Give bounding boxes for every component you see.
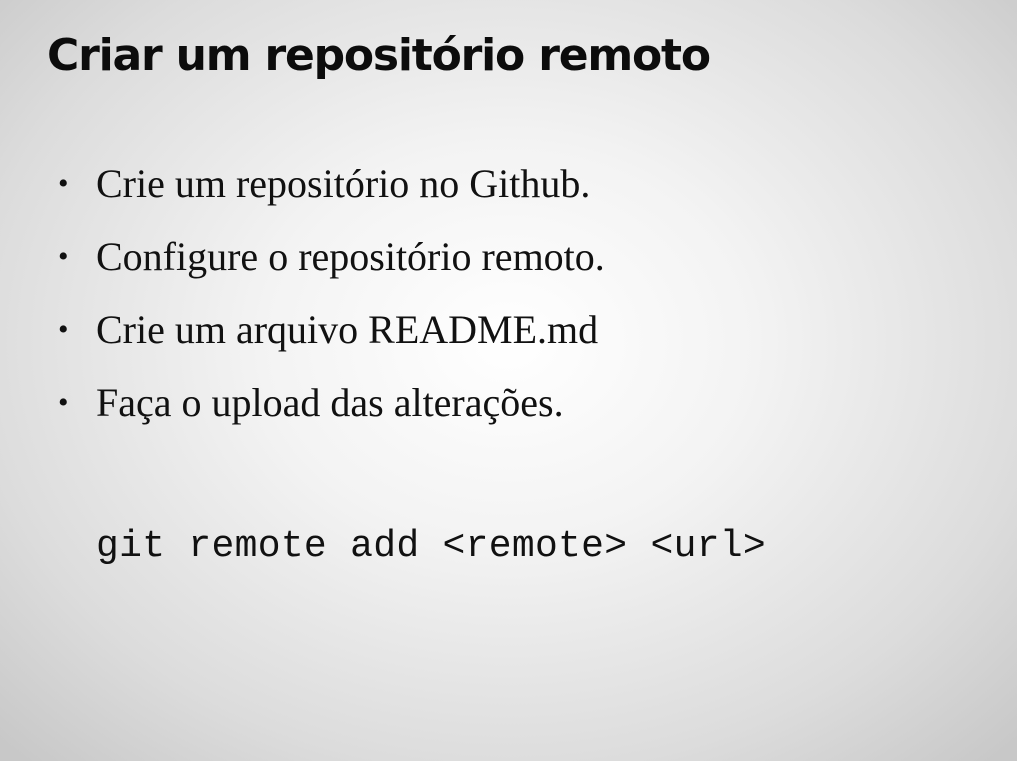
bullet-item-create-repo: • Crie um repositório no Github. [58, 160, 605, 233]
bullet-icon: • [58, 313, 69, 346]
bullet-text: Crie um arquivo README.md [96, 307, 599, 352]
bullet-text: Configure o repositório remoto. [96, 234, 605, 279]
bullet-list: • Crie um repositório no Github. • Confi… [58, 160, 605, 452]
bullet-item-upload-changes: • Faça o upload das alterações. [58, 379, 605, 452]
bullet-icon: • [58, 386, 69, 419]
bullet-item-create-readme: • Crie um arquivo README.md [58, 306, 605, 379]
slide-title: Criar um repositório remoto [47, 30, 711, 81]
bullet-icon: • [58, 167, 69, 200]
bullet-item-configure-remote: • Configure o repositório remoto. [58, 233, 605, 306]
bullet-icon: • [58, 240, 69, 273]
git-command-code: git remote add <remote> <url> [96, 525, 767, 568]
bullet-text: Faça o upload das alterações. [96, 380, 564, 425]
bullet-text: Crie um repositório no Github. [96, 161, 591, 206]
